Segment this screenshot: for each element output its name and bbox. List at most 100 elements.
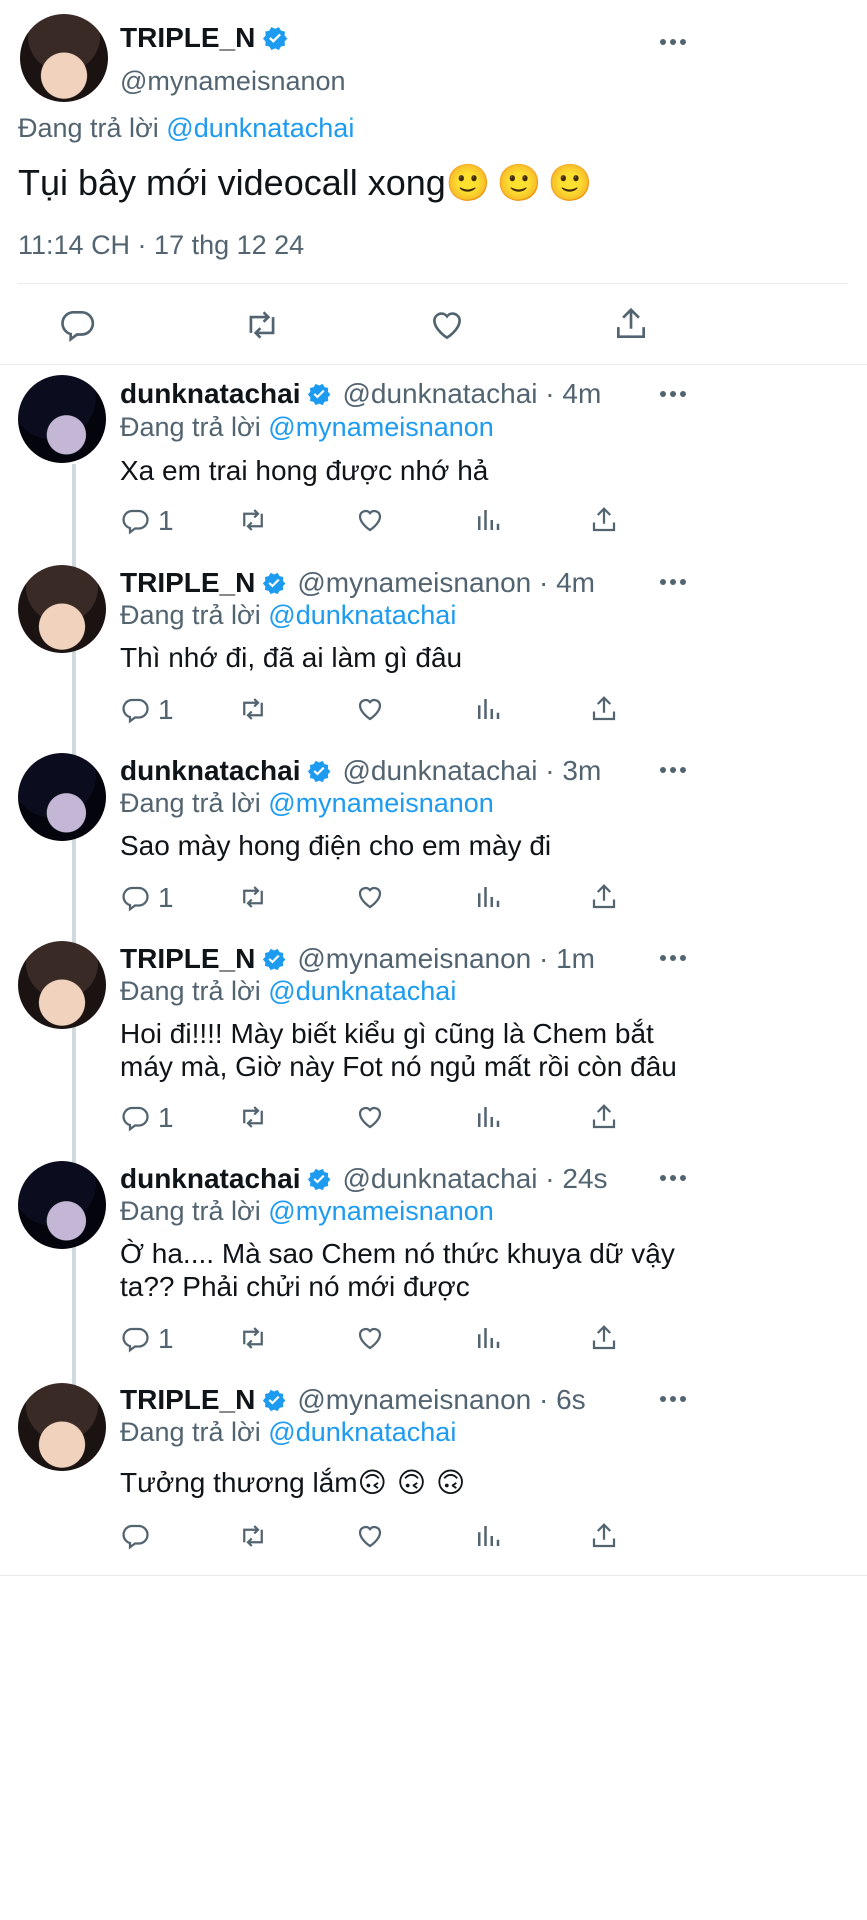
retweet-icon[interactable] (237, 1521, 269, 1551)
tweet-text: Hoi đi!!!! Mày biết kiểu gì cũng là Chem… (120, 1018, 654, 1049)
handle[interactable]: @mynameisnanon (120, 66, 346, 97)
reply-to-link[interactable]: @mynameisnanon (268, 412, 494, 442)
avatar[interactable] (20, 14, 108, 102)
reply-icon (122, 509, 149, 535)
reply-context: Đang trả lời @dunknatachai (120, 600, 457, 630)
avatar[interactable] (18, 1161, 106, 1249)
avatar[interactable] (18, 1383, 106, 1471)
like-icon[interactable] (355, 1521, 385, 1551)
analytics-icon[interactable] (473, 882, 503, 912)
display-name[interactable]: TRIPLE_N (120, 943, 255, 975)
reply-context: Đang trả lời @mynameisnanon (120, 1196, 494, 1226)
reply-icon (122, 1327, 149, 1353)
verified-badge-icon (263, 948, 286, 971)
avatar[interactable] (18, 753, 106, 841)
tweet-text: Tưởng thương lắm🙃 🙃 🙃 (120, 1467, 466, 1498)
like-icon[interactable] (355, 882, 385, 912)
display-name[interactable]: dunknatachai (120, 755, 300, 787)
reply-context: Đang trả lời @mynameisnanon (120, 412, 494, 442)
share-icon[interactable] (589, 882, 619, 912)
like-icon[interactable] (355, 505, 385, 535)
analytics-icon[interactable] (473, 694, 503, 724)
retweet-icon[interactable] (242, 306, 282, 344)
retweet-icon[interactable] (237, 505, 269, 535)
handle-time: @mynameisnanon · 1m (297, 943, 596, 974)
retweet-icon[interactable] (237, 1102, 269, 1132)
reply-button[interactable]: 1 (120, 505, 174, 537)
share-icon[interactable] (589, 1323, 619, 1353)
more-options-icon[interactable] (658, 761, 688, 779)
analytics-icon[interactable] (473, 505, 503, 535)
verified-badge-icon (308, 1168, 331, 1191)
avatar[interactable] (18, 565, 106, 653)
display-name[interactable]: TRIPLE_N (120, 1384, 255, 1416)
share-icon[interactable] (589, 1102, 619, 1132)
reply-count: 1 (158, 694, 174, 725)
more-options-icon[interactable] (658, 385, 688, 403)
handle-time: @dunknatachai · 4m (342, 378, 602, 409)
verified-badge-icon (263, 572, 286, 595)
reply-context: Đang trả lời @dunknatachai (120, 1417, 457, 1447)
more-options-icon[interactable] (658, 33, 688, 51)
more-options-icon[interactable] (658, 573, 688, 591)
reply-icon (122, 698, 149, 724)
share-icon[interactable] (589, 505, 619, 535)
reply-to-link[interactable]: @dunknatachai (166, 113, 354, 143)
more-options-icon[interactable] (658, 1169, 688, 1187)
reply-to-link[interactable]: @mynameisnanon (268, 788, 494, 818)
reply-icon[interactable] (120, 1521, 150, 1551)
handle-time: @dunknatachai · 24s (342, 1163, 608, 1194)
retweet-icon[interactable] (237, 694, 269, 724)
share-icon[interactable] (612, 304, 650, 344)
analytics-icon[interactable] (473, 1323, 503, 1353)
more-options-icon[interactable] (658, 1390, 688, 1408)
verified-badge-icon (263, 1389, 286, 1412)
tweet-text: Tụi bây mới videocall xong🙂 🙂 🙂 (18, 162, 593, 203)
reply-to-link[interactable]: @mynameisnanon (268, 1196, 494, 1226)
display-name[interactable]: dunknatachai (120, 1163, 300, 1195)
reply-count: 1 (158, 1102, 174, 1133)
share-icon[interactable] (589, 694, 619, 724)
reply-to-link[interactable]: @dunknatachai (268, 600, 456, 630)
reply-count: 1 (158, 505, 174, 536)
analytics-icon[interactable] (473, 1521, 503, 1551)
reply-button[interactable]: 1 (120, 694, 174, 726)
analytics-icon[interactable] (473, 1102, 503, 1132)
handle-time: @mynameisnanon · 6s (297, 1384, 586, 1415)
retweet-icon[interactable] (237, 882, 269, 912)
share-icon[interactable] (589, 1521, 619, 1551)
like-icon[interactable] (355, 694, 385, 724)
more-options-icon[interactable] (658, 949, 688, 967)
reply-count: 1 (158, 1323, 174, 1354)
reply-context: Đang trả lời @dunknatachai (18, 113, 355, 143)
reply-to-link[interactable]: @dunknatachai (268, 1417, 456, 1447)
reply-icon[interactable] (58, 306, 96, 344)
avatar[interactable] (18, 375, 106, 463)
like-icon[interactable] (355, 1323, 385, 1353)
like-icon[interactable] (428, 306, 466, 344)
tweet-text: ta?? Phải chửi nó mới được (120, 1271, 470, 1302)
handle-time: @dunknatachai · 3m (342, 755, 602, 786)
display-name[interactable]: dunknatachai (120, 378, 300, 410)
reply-context: Đang trả lời @dunknatachai (120, 976, 457, 1006)
reply-count: 1 (158, 882, 174, 913)
tweet-text: Sao mày hong điện cho em mày đi (120, 830, 552, 861)
reply-icon (122, 886, 149, 912)
display-name[interactable]: TRIPLE_N (120, 22, 255, 54)
reply-button[interactable]: 1 (120, 882, 174, 914)
like-icon[interactable] (355, 1102, 385, 1132)
verified-badge-icon (308, 383, 331, 406)
verified-badge-icon (263, 27, 288, 51)
reply-to-link[interactable]: @dunknatachai (268, 976, 456, 1006)
tweet-text: Xa em trai hong được nhớ hả (120, 455, 489, 486)
tweet-text: máy mà, Giờ này Fot nó ngủ mất rồi còn đ… (120, 1051, 677, 1082)
reply-context: Đang trả lời @mynameisnanon (120, 788, 494, 818)
avatar[interactable] (18, 941, 106, 1029)
reply-button[interactable]: 1 (120, 1102, 174, 1134)
reply-button[interactable]: 1 (120, 1323, 174, 1355)
reply-icon (122, 1106, 149, 1132)
retweet-icon[interactable] (237, 1323, 269, 1353)
timestamp[interactable]: 11:14 CH · 17 thg 12 24 (18, 230, 304, 261)
tweet-text: Ờ ha.... Mà sao Chem nó thức khuya dữ vậ… (120, 1238, 675, 1269)
display-name[interactable]: TRIPLE_N (120, 567, 255, 599)
